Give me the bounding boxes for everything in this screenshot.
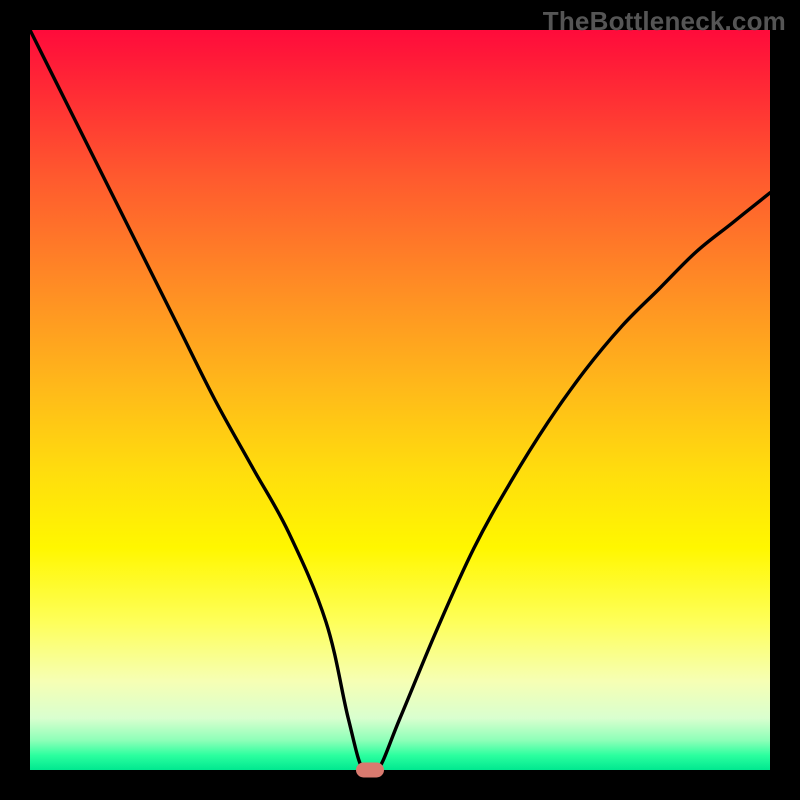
bottleneck-curve (30, 30, 770, 770)
watermark-text: TheBottleneck.com (543, 6, 786, 37)
plot-area (30, 30, 770, 770)
optimum-marker (356, 763, 384, 778)
chart-frame: TheBottleneck.com (0, 0, 800, 800)
